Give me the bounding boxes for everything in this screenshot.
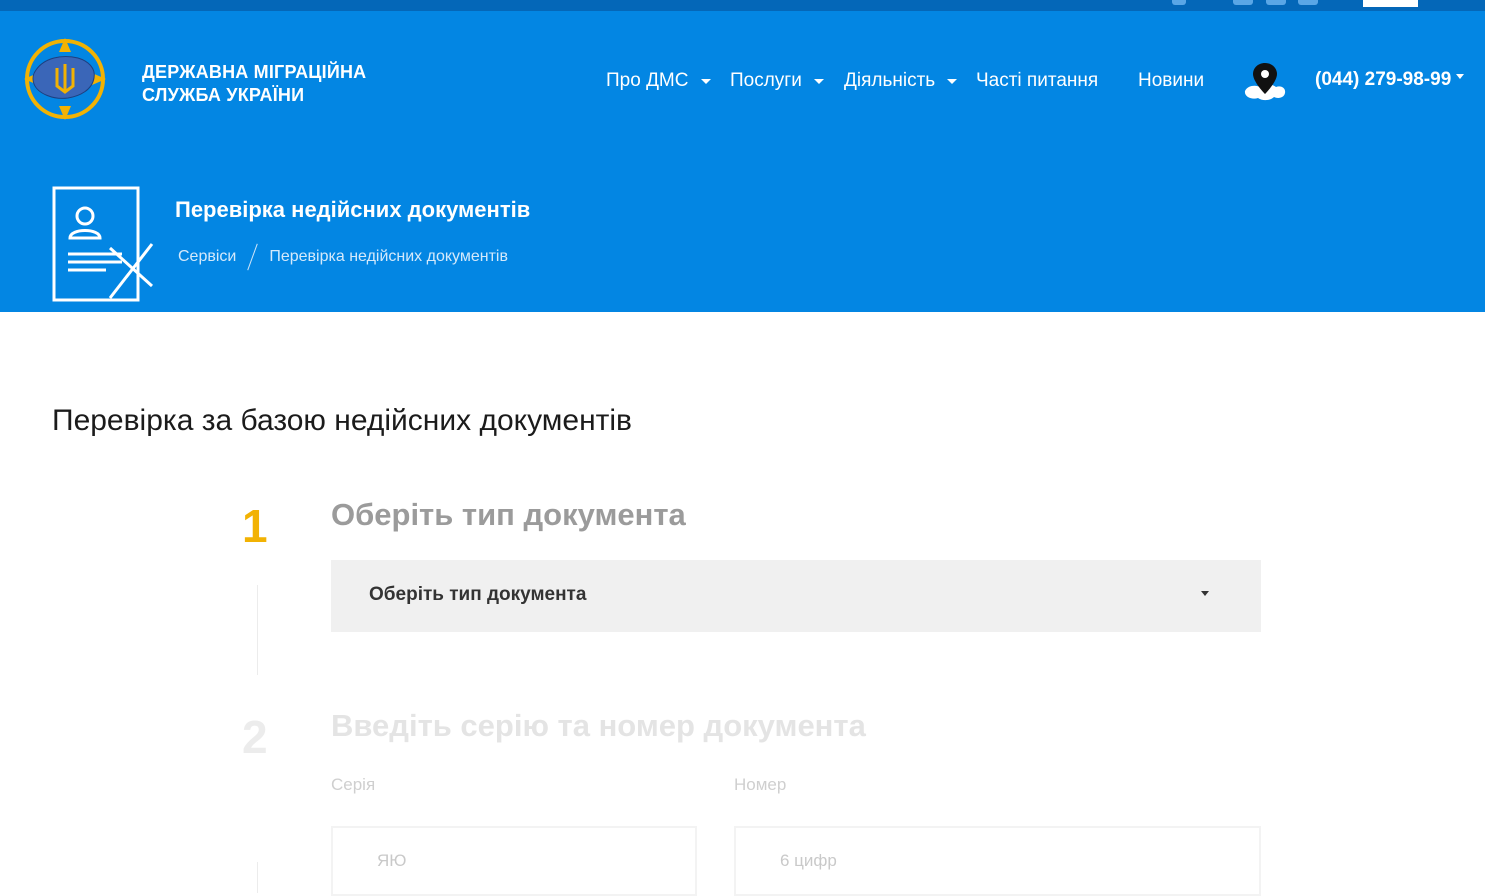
organization-name[interactable]: ДЕРЖАВНА МІГРАЦІЙНА СЛУЖБА УКРАЇНИ (142, 61, 366, 107)
breadcrumb: Сервіси Перевірка недійсних документів (178, 243, 508, 271)
breadcrumb-services-link[interactable]: Сервіси (178, 248, 236, 266)
youtube-icon[interactable] (1298, 0, 1318, 5)
document-cancel-icon (52, 186, 154, 302)
number-input[interactable] (734, 826, 1261, 896)
chevron-down-icon (947, 78, 958, 84)
map-pin-icon[interactable] (1242, 61, 1288, 103)
nav-about[interactable]: Про ДМС (606, 69, 711, 93)
breadcrumb-separator (247, 243, 259, 271)
nav-services-label: Послуги (730, 70, 802, 91)
site-header: ДЕРЖАВНА МІГРАЦІЙНА СЛУЖБА УКРАЇНИ Про Д… (0, 11, 1485, 312)
document-type-select-value: Оберіть тип документа (369, 584, 587, 605)
page-title: Перевірка недійсних документів (175, 197, 531, 222)
phone-dropdown[interactable]: (044) 279-98-99 (1315, 69, 1465, 91)
chevron-down-icon (700, 78, 711, 84)
nav-faq-label: Часті питання (976, 70, 1099, 91)
organization-name-line2: СЛУЖБА УКРАЇНИ (142, 85, 305, 105)
nav-activity[interactable]: Діяльність (844, 69, 958, 93)
section-title: Перевірка за базою недійсних документів (52, 404, 632, 437)
nav-news-label: Новини (1138, 70, 1205, 91)
breadcrumb-current: Перевірка недійсних документів (269, 248, 508, 265)
series-input[interactable] (331, 826, 697, 896)
organization-name-line1: ДЕРЖАВНА МІГРАЦІЙНА (142, 62, 367, 82)
step-2-number: 2 (242, 711, 268, 763)
nav-news[interactable]: Новини (1138, 69, 1204, 93)
step-2-title: Введіть серію та номер документа (331, 708, 866, 743)
step-connector-line (257, 862, 258, 893)
document-type-select[interactable]: Оберіть тип документа (331, 560, 1261, 632)
nav-faq[interactable]: Часті питання (976, 69, 1098, 93)
top-utility-bar (0, 0, 1485, 11)
step-1-title: Оберіть тип документа (331, 497, 686, 532)
series-label: Серія (331, 775, 376, 794)
chevron-down-icon (1456, 73, 1465, 79)
coat-of-arms-logo[interactable] (22, 36, 108, 122)
nav-about-label: Про ДМС (606, 70, 689, 91)
telegram-icon[interactable] (1266, 0, 1286, 5)
nav-activity-label: Діяльність (844, 70, 936, 91)
phone-number: (044) 279-98-99 (1315, 69, 1452, 90)
chevron-down-icon (1201, 591, 1209, 596)
search-icon[interactable] (1172, 0, 1186, 5)
chevron-down-icon (813, 78, 824, 84)
number-label: Номер (734, 775, 787, 794)
nav-services[interactable]: Послуги (730, 69, 824, 93)
language-switch[interactable] (1363, 0, 1418, 7)
step-connector-line (257, 585, 258, 675)
facebook-icon[interactable] (1233, 0, 1253, 5)
step-1-number: 1 (242, 500, 268, 552)
